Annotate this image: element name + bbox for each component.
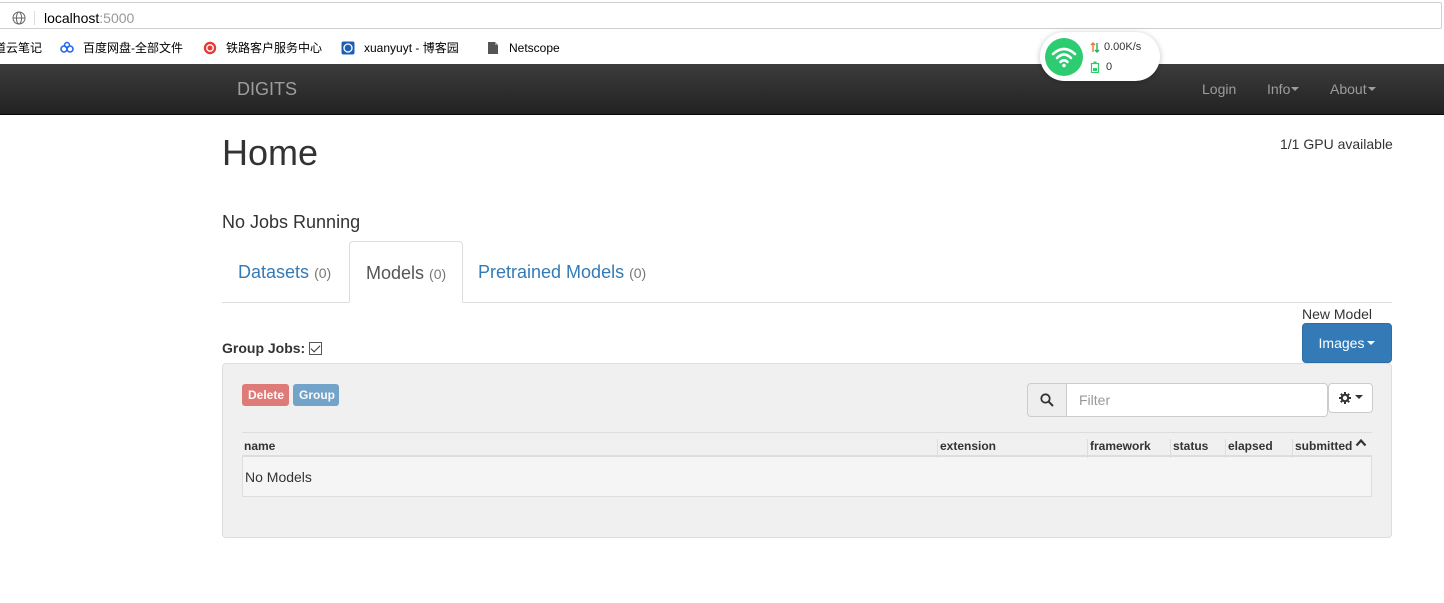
bookmark-label: 百度网盘-全部文件 (83, 41, 183, 55)
tab-datasets[interactable]: Datasets (0) (222, 241, 347, 303)
sort-up-icon (1356, 438, 1367, 447)
tab-label: Models (366, 263, 425, 283)
filter-group (1027, 383, 1328, 417)
caret-down-icon (1367, 87, 1376, 92)
new-model-images-button[interactable]: Images (1302, 323, 1392, 363)
models-panel: Delete Group name extension framework (222, 363, 1392, 538)
nav-about-label: About (1330, 81, 1367, 97)
job-tabs: Datasets (0) Models (0) Pretrained Model… (222, 241, 1392, 303)
tab-models[interactable]: Models (0) (349, 241, 464, 303)
column-header-extension[interactable]: extension (937, 439, 996, 458)
url-field[interactable]: localhost:5000 (0, 2, 1442, 29)
net-count: 0 (1090, 61, 1112, 73)
bookmark-label: 铁路客户服务中心 (226, 41, 323, 55)
globe-icon (12, 11, 26, 25)
cnblogs-icon (341, 41, 355, 55)
tab-count: (0) (629, 265, 647, 281)
bookmark-label: Netscope (509, 41, 560, 55)
group-jobs-control: Group Jobs: (222, 340, 323, 356)
net-speed: 0.00K/s (1090, 41, 1141, 53)
column-header-elapsed[interactable]: elapsed (1225, 439, 1273, 458)
jobs-running-heading: No Jobs Running (222, 212, 361, 232)
bookmark-label: 道云笔记 (0, 41, 43, 55)
column-header-framework[interactable]: framework (1087, 439, 1151, 458)
bookmark-cnblogs[interactable]: xuanyuyt - 博客园 (341, 40, 459, 56)
tab-count: (0) (314, 265, 332, 281)
column-header-label: submitted (1295, 439, 1353, 453)
column-header-submitted[interactable]: submitted (1292, 438, 1367, 458)
column-header-name[interactable]: name (242, 439, 275, 458)
gpu-status: 1/1 GPU available (1280, 136, 1393, 152)
tab-count: (0) (429, 266, 447, 282)
net-speed-value: 0.00K/s (1104, 41, 1142, 53)
nav-info-dropdown[interactable]: Info (1267, 81, 1300, 97)
tab-label: Datasets (238, 262, 310, 282)
page-title: Home (222, 132, 319, 173)
table-header: name extension framework status elapsed … (242, 432, 1372, 458)
bookmark-note[interactable]: 道云笔记 (0, 40, 42, 56)
top-navbar: DIGITS Login Info About (0, 64, 1444, 115)
images-button-label: Images (1318, 335, 1365, 351)
tab-label: Pretrained Models (478, 262, 625, 282)
new-model-label: New Model (1302, 306, 1373, 322)
wifi-badge (1045, 38, 1083, 76)
nav-info-label: Info (1267, 81, 1291, 97)
delete-button[interactable]: Delete (242, 384, 289, 406)
group-jobs-checkbox[interactable] (309, 341, 323, 355)
group-jobs-label: Group Jobs: (222, 340, 306, 356)
models-table: name extension framework status elapsed … (242, 432, 1372, 497)
caret-down-icon (1367, 341, 1376, 346)
railway-icon (203, 41, 217, 55)
wifi-icon (1051, 47, 1077, 68)
bookmark-label: xuanyuyt - 博客园 (364, 41, 459, 55)
file-icon (488, 42, 498, 54)
tab-pretrained-models[interactable]: Pretrained Models (0) (462, 241, 662, 303)
nav-login[interactable]: Login (1202, 81, 1236, 97)
battery-icon (1090, 61, 1100, 73)
column-header-status[interactable]: status (1170, 439, 1208, 458)
url-text: localhost:5000 (44, 10, 135, 26)
gear-icon (1338, 392, 1351, 404)
network-speed-widget[interactable]: 0.00K/s 0 (1040, 32, 1160, 81)
address-separator (34, 11, 35, 25)
bookmark-railway[interactable]: 铁路客户服务中心 (203, 40, 322, 56)
baidu-cloud-icon (60, 41, 74, 53)
caret-down-icon (1291, 87, 1300, 92)
bookmark-netscope[interactable]: Netscope (486, 40, 560, 56)
filter-input[interactable] (1067, 383, 1328, 417)
filter-search-addon (1027, 383, 1067, 417)
group-button[interactable]: Group (293, 384, 339, 406)
column-settings-button[interactable] (1328, 383, 1373, 413)
table-empty-row: No Models (242, 457, 1372, 497)
browser-address-bar: localhost:5000 (0, 0, 1444, 31)
net-count-value: 0 (1106, 61, 1113, 73)
brand-link[interactable]: DIGITS (237, 80, 297, 98)
caret-down-icon (1354, 395, 1363, 399)
updown-arrow-icon (1090, 41, 1100, 53)
bookmarks-bar: 道云笔记 百度网盘-全部文件 铁路客户服务中心 xuanyuyt - 博客园 N… (0, 31, 1444, 64)
search-icon (1040, 393, 1054, 407)
bookmark-baidu[interactable]: 百度网盘-全部文件 (60, 40, 183, 56)
nav-about-dropdown[interactable]: About (1330, 81, 1376, 97)
